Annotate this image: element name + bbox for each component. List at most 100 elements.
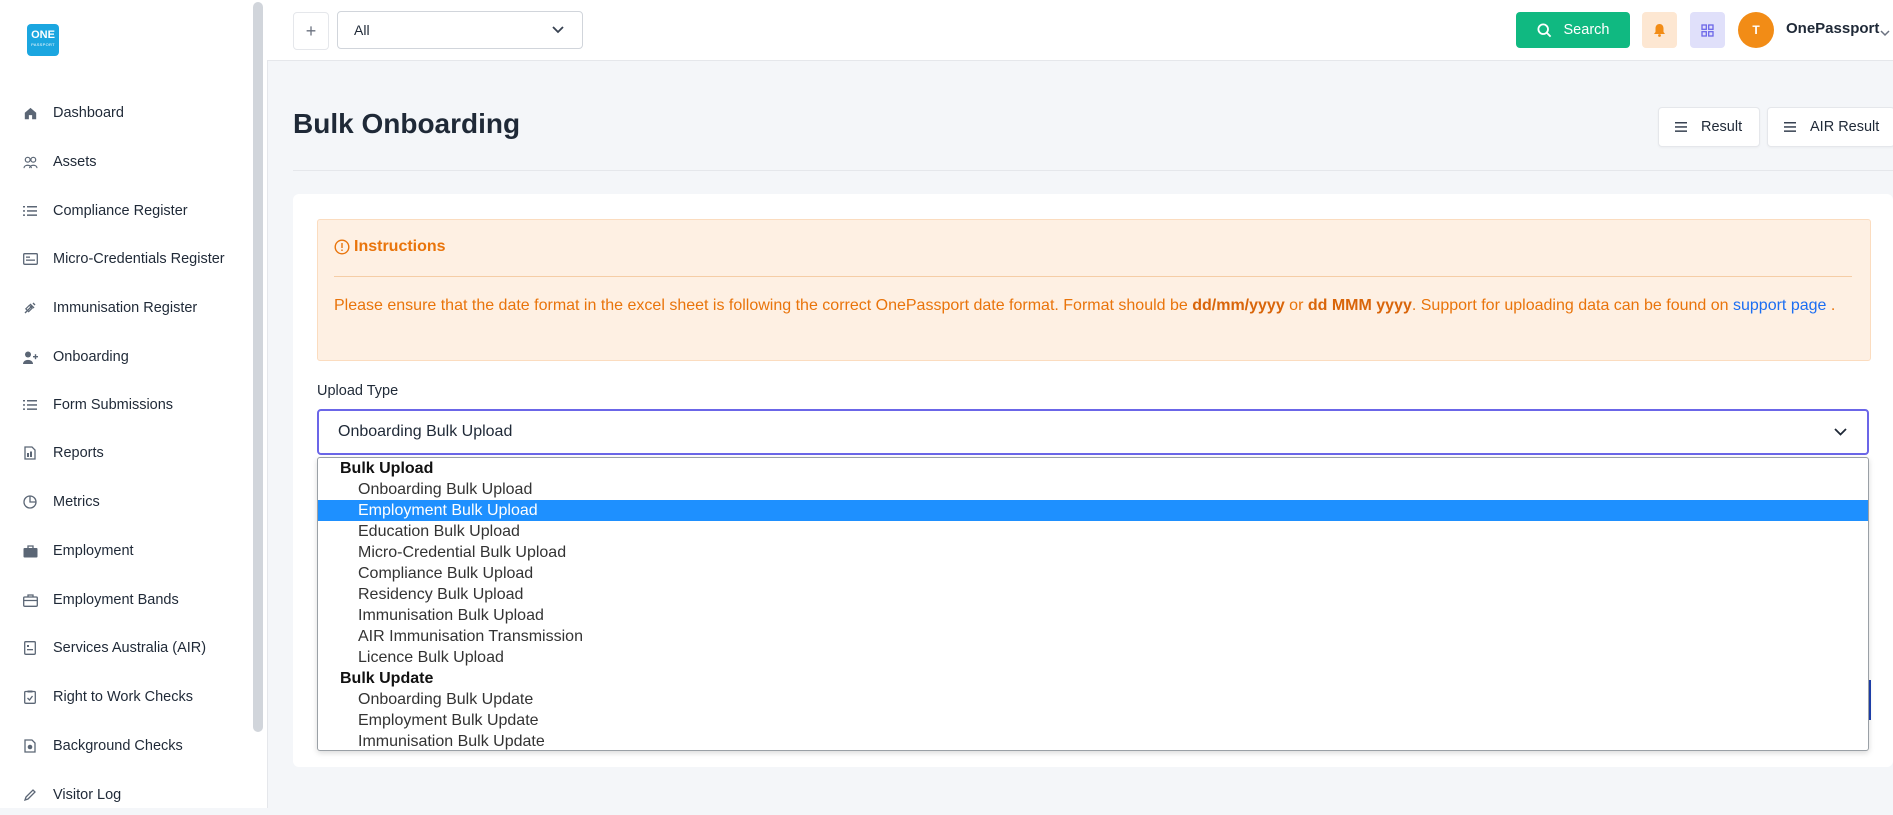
sidebar-item-metrics[interactable]: Metrics (0, 482, 250, 522)
sidebar-item-onboarding[interactable]: Onboarding (0, 337, 250, 377)
dropdown-option[interactable]: Compliance Bulk Upload (318, 563, 1868, 584)
sidebar-item-label: Services Australia (AIR) (53, 640, 207, 656)
sidebar-scrollbar[interactable] (253, 2, 263, 732)
sidebar-item-label: Form Submissions (53, 397, 174, 413)
sidebar: ONE PASSPORT Dashboard Assets Compliance… (0, 0, 268, 808)
support-page-link[interactable]: support page (1733, 297, 1826, 314)
document-icon (22, 445, 38, 461)
date-format-2: dd MMM yyyy (1307, 297, 1412, 314)
search-icon (1537, 22, 1551, 37)
instructions-title-text: Instructions (354, 238, 446, 255)
dropdown-option[interactable]: Immunisation Bulk Update (318, 731, 1868, 750)
clipboard-check-icon (22, 689, 38, 705)
instructions-text-part: Please ensure that the date format in th… (334, 297, 1193, 314)
dropdown-option[interactable]: Employment Bulk Update (318, 710, 1868, 731)
air-result-button[interactable]: AIR Result (1767, 107, 1893, 147)
apps-button[interactable] (1690, 12, 1725, 48)
sidebar-item-label: Micro-Credentials Register (53, 251, 225, 267)
users-icon (22, 154, 38, 170)
sidebar-item-label: Dashboard (53, 105, 124, 121)
scope-select-value: All (354, 22, 370, 38)
sidebar-item-label: Metrics (53, 494, 100, 510)
upload-type-label: Upload Type (317, 383, 399, 399)
page-title: Bulk Onboarding (293, 108, 521, 139)
divider (293, 170, 1893, 171)
sidebar-item-label: Assets (53, 154, 97, 170)
file-icon (22, 640, 38, 656)
onepassport-logo[interactable]: ONE PASSPORT (27, 24, 59, 56)
logo-text: ONE (31, 29, 55, 41)
dropdown-group-label: Bulk Update (340, 670, 434, 687)
sidebar-item-dashboard[interactable]: Dashboard (0, 93, 250, 133)
dropdown-option[interactable]: Residency Bulk Upload (318, 584, 1868, 605)
sidebar-item-label: Reports (53, 445, 104, 461)
pen-icon (22, 787, 38, 803)
instructions-title: Instructions (334, 238, 446, 256)
avatar-initial: T (1752, 23, 1760, 37)
sidebar-item-form-submissions[interactable]: Form Submissions (0, 385, 250, 425)
sidebar-item-services-australia-air[interactable]: Services Australia (AIR) (0, 628, 250, 668)
date-format-1: dd/mm/yyyy (1192, 297, 1285, 314)
sidebar-item-label: Visitor Log (53, 787, 122, 803)
instructions-alert: Instructions Please ensure that the date… (317, 219, 1871, 361)
grid-icon (1701, 23, 1714, 37)
sidebar-item-immunisation-register[interactable]: Immunisation Register (0, 288, 250, 328)
chevron-down-icon[interactable] (1880, 24, 1890, 42)
search-button-label: Search (1563, 22, 1610, 38)
sidebar-item-employment[interactable]: Employment (0, 531, 250, 571)
logo-subtext: PASSPORT (31, 42, 55, 47)
instructions-text-part: or (1284, 297, 1308, 314)
sidebar-item-label: Background Checks (53, 738, 183, 754)
upload-type-value: Onboarding Bulk Upload (338, 423, 513, 440)
sidebar-item-right-to-work-checks[interactable]: Right to Work Checks (0, 677, 250, 717)
sidebar-item-compliance-register[interactable]: Compliance Register (0, 191, 250, 231)
home-icon (22, 105, 38, 121)
scope-select[interactable]: All (337, 11, 583, 49)
sidebar-item-label: Right to Work Checks (53, 689, 193, 705)
pie-chart-icon (22, 494, 38, 510)
bell-icon (1654, 24, 1665, 37)
avatar[interactable]: T (1738, 12, 1774, 48)
chevron-down-icon (552, 21, 564, 39)
dropdown-option[interactable]: Employment Bulk Upload (318, 500, 1868, 521)
search-button[interactable]: Search (1516, 12, 1630, 48)
sidebar-item-visitor-log[interactable]: Visitor Log (0, 775, 250, 815)
add-button[interactable]: + (293, 12, 329, 50)
menu-icon (1784, 122, 1796, 132)
sidebar-item-reports[interactable]: Reports (0, 433, 250, 473)
sidebar-item-label: Employment (53, 543, 134, 559)
result-button-label: Result (1701, 119, 1743, 135)
sidebar-item-employment-bands[interactable]: Employment Bands (0, 580, 250, 620)
notifications-button[interactable] (1642, 12, 1677, 48)
dropdown-option[interactable]: Immunisation Bulk Upload (318, 605, 1868, 626)
dropdown-option[interactable]: Licence Bulk Upload (318, 647, 1868, 668)
shield-document-icon (22, 738, 38, 754)
instructions-text: Please ensure that the date format in th… (334, 292, 1854, 319)
upload-type-select[interactable]: Onboarding Bulk Upload (317, 409, 1869, 455)
instructions-text-part: . (1826, 297, 1836, 314)
list-icon (22, 397, 38, 413)
upload-type-dropdown-list: Bulk Upload Onboarding Bulk Upload Employm… (317, 457, 1869, 751)
result-button[interactable]: Result (1658, 107, 1760, 147)
sidebar-item-micro-credentials-register[interactable]: Micro-Credentials Register (0, 239, 250, 279)
sidebar-item-background-checks[interactable]: Background Checks (0, 726, 250, 766)
chevron-down-icon (1834, 428, 1847, 436)
sidebar-item-assets[interactable]: Assets (0, 142, 250, 182)
dropdown-option[interactable]: Micro-Credential Bulk Upload (318, 542, 1868, 563)
info-circle-icon (334, 239, 350, 255)
dropdown-option[interactable]: AIR Immunisation Transmission (318, 626, 1868, 647)
sidebar-item-label: Immunisation Register (53, 300, 198, 316)
air-result-button-label: AIR Result (1810, 119, 1880, 135)
briefcase-outline-icon (22, 592, 38, 608)
menu-icon (1675, 122, 1687, 132)
sidebar-item-label: Onboarding (53, 349, 129, 365)
instructions-text-part: . Support for uploading data can be foun… (1411, 297, 1733, 314)
user-name[interactable]: OnePassport (1786, 20, 1879, 37)
dropdown-option[interactable]: Education Bulk Upload (318, 521, 1868, 542)
sidebar-item-label: Employment Bands (53, 592, 179, 608)
dropdown-option[interactable]: Onboarding Bulk Update (318, 689, 1868, 710)
briefcase-icon (22, 543, 38, 559)
user-add-icon (22, 349, 38, 365)
syringe-icon (22, 300, 38, 316)
dropdown-option[interactable]: Onboarding Bulk Upload (318, 479, 1868, 500)
